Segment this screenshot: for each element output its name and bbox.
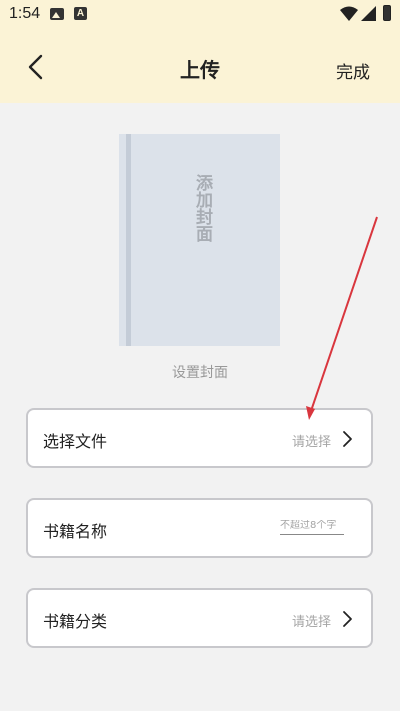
chevron-right-icon	[343, 611, 352, 627]
book-name-input[interactable]	[280, 520, 344, 535]
battery-icon	[383, 5, 391, 21]
book-category-label: 书籍分类	[43, 612, 108, 631]
signal-icon	[361, 6, 376, 21]
wifi-icon	[340, 6, 358, 21]
book-name-label: 书籍名称	[43, 522, 108, 541]
add-cover-text: 添加封面	[192, 174, 212, 242]
set-cover-link[interactable]: 设置封面	[0, 362, 400, 382]
cover-placeholder[interactable]: 添加封面	[119, 134, 280, 346]
select-file-label: 选择文件	[43, 432, 108, 451]
done-button[interactable]: 完成	[336, 58, 370, 83]
book-category-row[interactable]: 书籍分类 请选择	[26, 588, 373, 648]
nav-bar: 上传 完成	[0, 30, 400, 103]
image-icon	[50, 8, 64, 20]
select-file-row[interactable]: 选择文件 请选择	[26, 408, 373, 468]
a-icon: A	[74, 7, 87, 20]
select-file-hint: 请选择	[291, 435, 331, 450]
cover-spine	[126, 134, 131, 346]
status-time: 1:54	[9, 5, 41, 22]
chevron-right-icon	[343, 431, 352, 447]
book-name-row: 书籍名称	[26, 498, 373, 558]
book-category-hint: 请选择	[291, 615, 331, 630]
status-bar: 1:54 A	[0, 0, 400, 30]
